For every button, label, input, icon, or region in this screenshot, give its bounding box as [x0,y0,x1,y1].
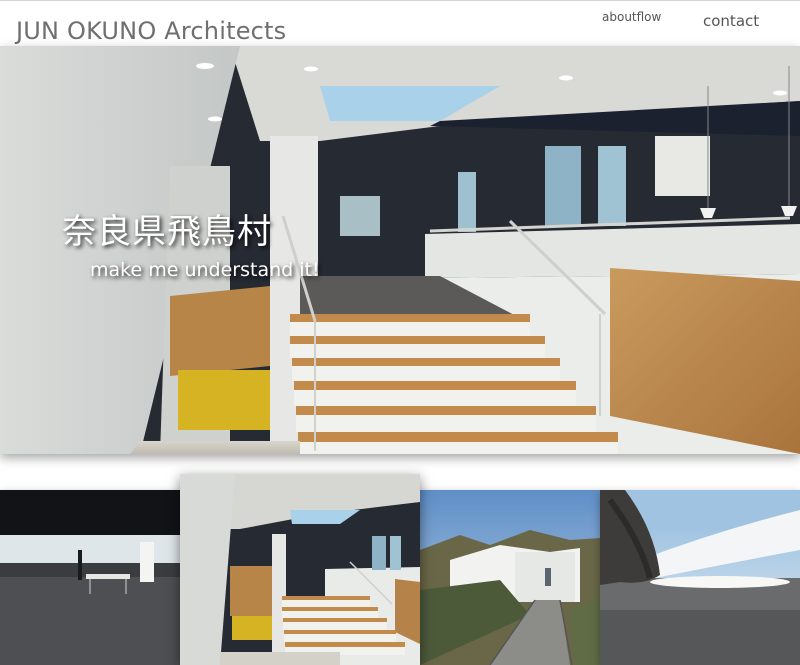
gallery-thumbnail-1[interactable] [0,490,180,665]
page: JUN OKUNO Architects aboutflow contact 奈… [0,0,800,665]
site-header: JUN OKUNO Architects aboutflow contact [0,0,800,47]
gallery-thumbnail-2[interactable] [180,474,420,665]
thumbnail-photo-exterior [420,490,600,665]
gallery-thumbnail-4[interactable] [600,490,800,665]
nav-link-aboutflow[interactable]: aboutflow [602,10,661,24]
thumbnail-photo-dark-room [0,490,180,665]
site-logo[interactable]: JUN OKUNO Architects [16,17,286,45]
nav-link-contact[interactable]: contact [703,12,759,30]
hero-title: 奈良県飛鳥村 [62,212,272,252]
hero-image: 奈良県飛鳥村 make me understand it! [0,46,800,454]
thumbnail-photo-curved-opening [600,490,800,665]
gallery-thumbnail-3[interactable] [420,490,600,665]
thumbnail-photo-staircase [180,474,420,665]
hero-subtitle: make me understand it! [90,259,320,281]
